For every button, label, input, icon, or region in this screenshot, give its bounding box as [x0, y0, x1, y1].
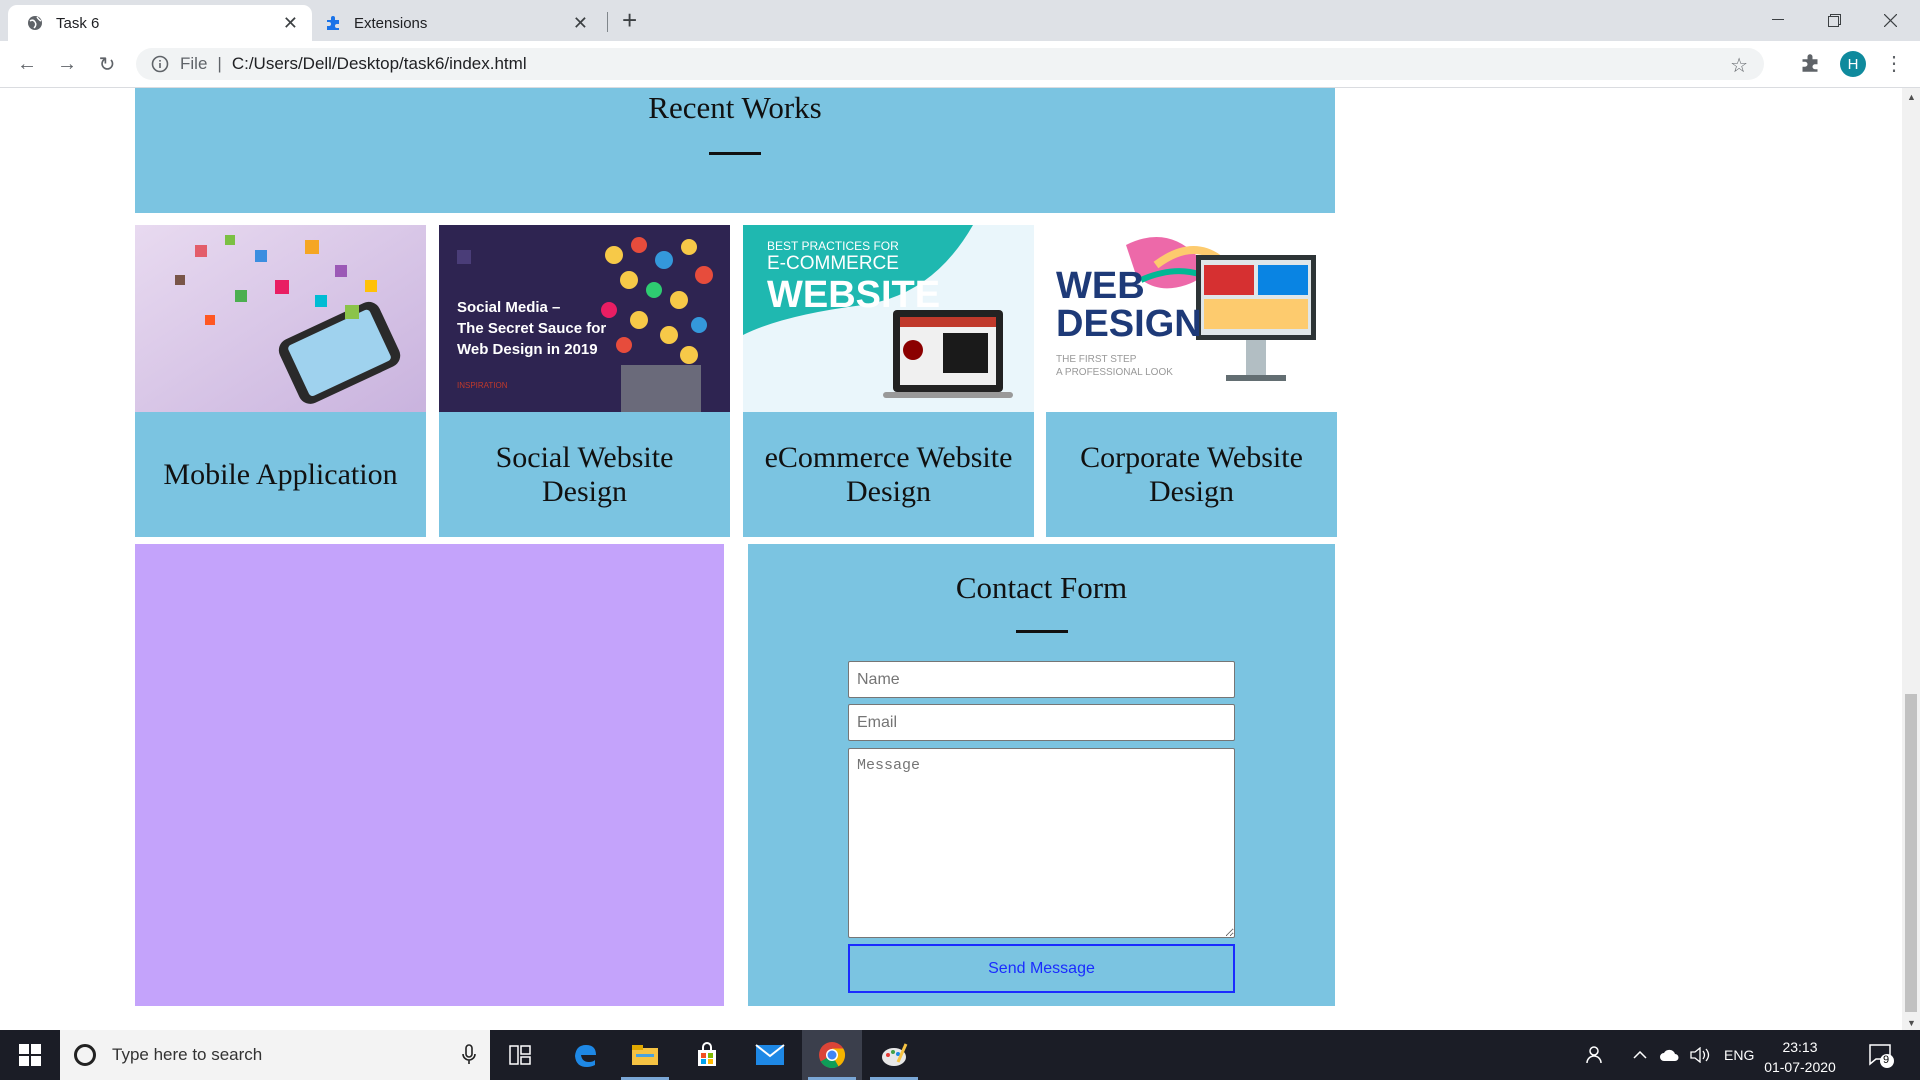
microphone-icon[interactable]: [462, 1044, 476, 1066]
tab-divider: [607, 12, 608, 32]
card-title: eCommerce Website Design: [764, 440, 1013, 508]
bookmark-star-icon[interactable]: ☆: [1730, 53, 1748, 78]
close-tab-icon[interactable]: ✕: [573, 14, 588, 32]
social-media-image: Social Media – The Secret Sauce for Web …: [439, 225, 730, 412]
work-card-corporate: WEB DESIGN THE FIRST STEP A PROFESSIONAL…: [1046, 225, 1337, 537]
image-text-line: The Secret Sauce for: [457, 320, 607, 337]
tab-strip: Task 6 ✕ Extensions ✕ +: [0, 0, 1920, 41]
work-card-social: Social Media – The Secret Sauce for Web …: [439, 225, 730, 537]
image-text-line: INSPIRATION: [457, 381, 508, 390]
send-message-button[interactable]: Send Message: [848, 944, 1235, 993]
work-card-ecommerce: BEST PRACTICES FOR E-COMMERCE WEBSITE eC…: [743, 225, 1034, 537]
reload-icon[interactable]: ↻: [92, 49, 122, 79]
name-input[interactable]: [848, 661, 1235, 698]
url-text[interactable]: C:/Users/Dell/Desktop/task6/index.html: [232, 54, 527, 74]
recent-works-header: Recent Works: [135, 88, 1335, 213]
address-separator: |: [217, 54, 222, 73]
taskbar-clock[interactable]: 23:13 01-07-2020: [1760, 1037, 1840, 1077]
card-title: Corporate Website Design: [1080, 440, 1303, 508]
chrome-icon[interactable]: [802, 1030, 862, 1080]
email-input[interactable]: [848, 704, 1235, 741]
tab-title: Task 6: [56, 14, 100, 32]
close-tab-icon[interactable]: ✕: [283, 14, 298, 32]
store-icon[interactable]: [677, 1030, 737, 1080]
heading-underline: [1015, 630, 1068, 633]
profile-avatar[interactable]: H: [1840, 51, 1866, 77]
tab-title: Extensions: [354, 14, 428, 32]
scrollbar-thumb[interactable]: [1905, 694, 1917, 1012]
image-text-line: THE FIRST STEP: [1056, 354, 1137, 365]
forward-icon[interactable]: →: [52, 49, 82, 79]
work-card-mobile: Mobile Application: [135, 225, 426, 537]
onedrive-cloud-icon[interactable]: [1659, 1030, 1681, 1080]
restore-icon[interactable]: [1806, 0, 1862, 40]
ecommerce-image: BEST PRACTICES FOR E-COMMERCE WEBSITE: [743, 225, 1034, 412]
mobile-app-image: [135, 225, 426, 412]
people-icon[interactable]: [1585, 1030, 1607, 1080]
puzzle-icon: [324, 14, 342, 32]
new-tab-icon[interactable]: +: [622, 6, 637, 34]
page-viewport: Recent Works Mobile Application Social M…: [0, 88, 1902, 1030]
language-indicator[interactable]: ENG: [1724, 1030, 1754, 1080]
volume-icon[interactable]: [1690, 1030, 1710, 1080]
windows-taskbar: Type here to search ENG 23:13 01-07-2020…: [0, 1030, 1920, 1080]
heading-underline: [709, 152, 761, 155]
taskbar-search[interactable]: Type here to search: [60, 1030, 490, 1080]
scroll-up-arrow-icon[interactable]: ▲: [1907, 92, 1916, 102]
image-text-line: WEBSITE: [767, 274, 941, 316]
mail-icon[interactable]: [740, 1030, 800, 1080]
close-window-icon[interactable]: [1862, 0, 1918, 40]
notification-count: 9: [1883, 1054, 1890, 1066]
card-title: Social Website Design: [495, 440, 674, 508]
clock-date: 01-07-2020: [1764, 1059, 1836, 1075]
tab-task6[interactable]: Task 6 ✕: [8, 5, 312, 41]
show-hidden-icons-chevron-icon[interactable]: [1633, 1030, 1647, 1080]
scroll-down-arrow-icon[interactable]: ▼: [1907, 1018, 1916, 1028]
file-explorer-icon[interactable]: [615, 1030, 675, 1080]
section-title: Recent Works: [648, 90, 822, 125]
web-design-image: WEB DESIGN THE FIRST STEP A PROFESSIONAL…: [1046, 225, 1337, 412]
image-text-line: WEB: [1056, 265, 1145, 307]
address-bar[interactable]: File | C:/Users/Dell/Desktop/task6/index…: [136, 48, 1764, 80]
more-menu-icon[interactable]: ⋮: [1884, 51, 1904, 76]
windows-start-icon[interactable]: [0, 1030, 60, 1080]
minimize-icon[interactable]: [1750, 0, 1806, 40]
info-icon[interactable]: [150, 54, 170, 74]
cortana-icon: [74, 1044, 96, 1066]
image-text-line: Web Design in 2019: [457, 341, 598, 358]
paint-icon[interactable]: [864, 1030, 924, 1080]
clock-time: 23:13: [1782, 1039, 1818, 1055]
card-title: Mobile Application: [163, 457, 398, 491]
action-center-icon[interactable]: 9: [1868, 1042, 1894, 1073]
search-placeholder: Type here to search: [112, 1045, 263, 1064]
task-view-icon[interactable]: [490, 1030, 550, 1080]
purple-panel: [135, 544, 724, 1006]
page-scrollbar[interactable]: ▲ ▼: [1902, 88, 1920, 1030]
scheme-label: File: [180, 54, 208, 73]
image-text-line: BEST PRACTICES FOR: [767, 239, 899, 253]
globe-icon: [26, 14, 44, 32]
image-text-line: A PROFESSIONAL LOOK: [1056, 367, 1173, 378]
back-icon[interactable]: ←: [12, 49, 42, 79]
section-title: Contact Form: [955, 570, 1128, 605]
message-textarea[interactable]: [848, 748, 1235, 938]
image-text-line: E-COMMERCE: [767, 253, 899, 274]
edge-icon[interactable]: [555, 1030, 615, 1080]
extensions-puzzle-icon[interactable]: [1800, 53, 1820, 78]
contact-form-section: Contact Form Send Message: [748, 544, 1335, 1006]
image-text-line: Social Media –: [457, 299, 561, 316]
tab-extensions[interactable]: Extensions ✕: [314, 5, 602, 41]
image-text-line: DESIGN: [1056, 303, 1202, 345]
browser-toolbar: ← → ↻ File | C:/Users/Dell/Desktop/task6…: [0, 41, 1920, 88]
